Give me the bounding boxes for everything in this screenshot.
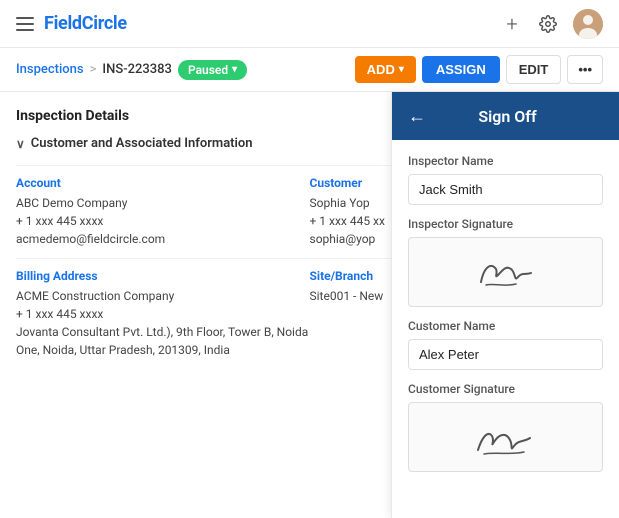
nav-right: + [501, 9, 603, 39]
edit-button[interactable]: EDIT [506, 55, 562, 84]
inspector-name-input[interactable] [408, 174, 603, 205]
breadcrumb-actions: ADD ▾ ASSIGN EDIT ••• [355, 55, 603, 84]
inspector-signature-label: Inspector Signature [408, 217, 603, 231]
inspector-name-label: Inspector Name [408, 154, 603, 168]
customer-signature-svg [466, 412, 546, 462]
avatar[interactable] [573, 9, 603, 39]
inspector-signature-svg [466, 247, 546, 297]
breadcrumb-separator: > [90, 62, 97, 77]
account-label: Account [16, 176, 310, 190]
account-phone: + 1 xxx 445 xxxx [16, 212, 310, 230]
collapse-chevron-icon: ∨ [16, 137, 25, 151]
sign-off-panel: ← Sign Off Inspector Name Inspector Sign… [391, 92, 619, 518]
sign-off-body: Inspector Name Inspector Signature Custo… [392, 140, 619, 518]
breadcrumb-current-id: INS-223383 [102, 62, 172, 77]
top-navigation: FieldCircle + [0, 0, 619, 48]
billing-line2: + 1 xxx 445 xxxx [16, 305, 310, 323]
account-name: ABC Demo Company [16, 194, 310, 212]
back-button[interactable]: ← [408, 107, 426, 125]
customer-name-label: Customer Name [408, 319, 603, 333]
status-chevron-icon: ▾ [232, 64, 237, 75]
account-email: acmedemo@fieldcircle.com [16, 230, 310, 248]
customer-name-input[interactable] [408, 339, 603, 370]
breadcrumb-inspections[interactable]: Inspections [16, 62, 84, 77]
status-badge[interactable]: Paused ▾ [178, 60, 247, 80]
gear-icon[interactable] [537, 13, 559, 35]
main-content: Inspection Details ∨ Customer and Associ… [0, 92, 619, 518]
account-cell: Account ABC Demo Company + 1 xxx 445 xxx… [16, 165, 310, 258]
hamburger-icon[interactable] [16, 17, 34, 31]
add-button[interactable]: ADD ▾ [355, 56, 416, 83]
sign-off-title: Sign Off [436, 107, 603, 126]
billing-line3: Jovanta Consultant Pvt. Ltd.), 9th Floor… [16, 323, 310, 359]
inspector-signature-box[interactable] [408, 237, 603, 307]
add-chevron-icon: ▾ [399, 64, 404, 75]
customer-signature-box[interactable] [408, 402, 603, 472]
billing-line1: ACME Construction Company [16, 287, 310, 305]
billing-label: Billing Address [16, 269, 310, 283]
sign-off-header: ← Sign Off [392, 92, 619, 140]
nav-left: FieldCircle [16, 13, 127, 34]
plus-icon[interactable]: + [501, 13, 523, 35]
brand-name: FieldCircle [44, 13, 127, 34]
billing-cell: Billing Address ACME Construction Compan… [16, 258, 310, 369]
assign-button[interactable]: ASSIGN [422, 56, 500, 83]
customer-signature-label: Customer Signature [408, 382, 603, 396]
more-button[interactable]: ••• [567, 55, 603, 84]
breadcrumb-left: Inspections > INS-223383 Paused ▾ [16, 60, 247, 80]
breadcrumb-bar: Inspections > INS-223383 Paused ▾ ADD ▾ … [0, 48, 619, 92]
